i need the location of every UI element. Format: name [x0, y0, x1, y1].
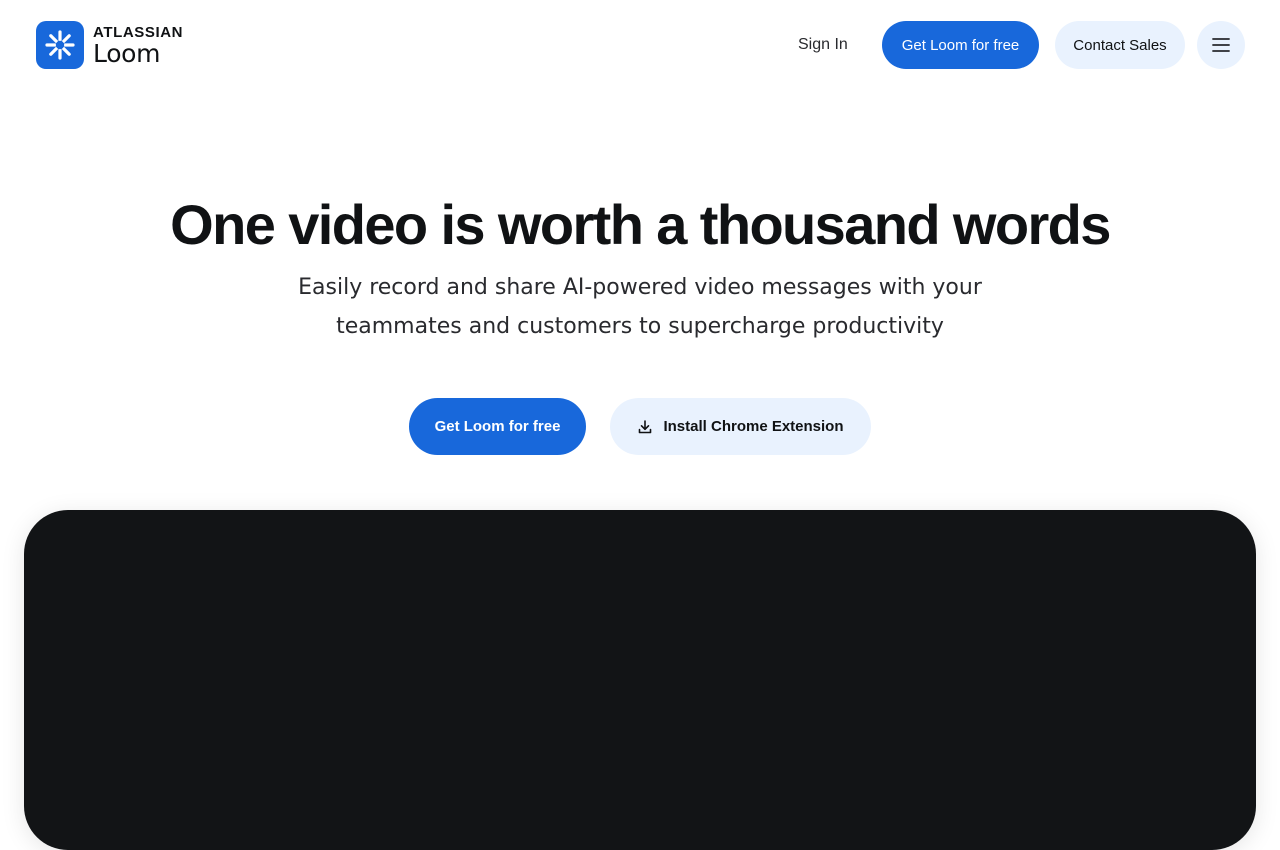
install-chrome-extension-button[interactable]: Install Chrome Extension — [610, 398, 871, 455]
hero-get-loom-free-button[interactable]: Get Loom for free — [409, 398, 586, 455]
hero-subtitle: Easily record and share AI-powered video… — [240, 268, 1040, 346]
loom-logo-icon — [36, 21, 84, 69]
hero-subtitle-line-2: teammates and customers to supercharge p… — [336, 314, 944, 339]
sign-in-link[interactable]: Sign In — [790, 28, 856, 62]
install-chrome-extension-label: Install Chrome Extension — [663, 418, 844, 435]
hero-subtitle-line-1: Easily record and share AI-powered video… — [298, 275, 982, 300]
hero-video-player[interactable] — [24, 510, 1256, 850]
hamburger-menu-icon — [1211, 37, 1231, 53]
hero-title: One video is worth a thousand words — [170, 193, 1111, 256]
brand-product: Loom — [93, 38, 161, 68]
menu-button[interactable] — [1197, 21, 1245, 69]
site-header: ATLASSIAN Loom Sign In Get Loom for free… — [0, 0, 1280, 90]
download-icon — [637, 419, 653, 435]
brand-wordmark: ATLASSIAN Loom — [93, 25, 183, 66]
brand-logo[interactable]: ATLASSIAN Loom — [36, 21, 183, 69]
contact-sales-button[interactable]: Contact Sales — [1055, 21, 1185, 69]
get-loom-free-button[interactable]: Get Loom for free — [882, 21, 1039, 69]
brand-company: ATLASSIAN — [93, 23, 184, 41]
